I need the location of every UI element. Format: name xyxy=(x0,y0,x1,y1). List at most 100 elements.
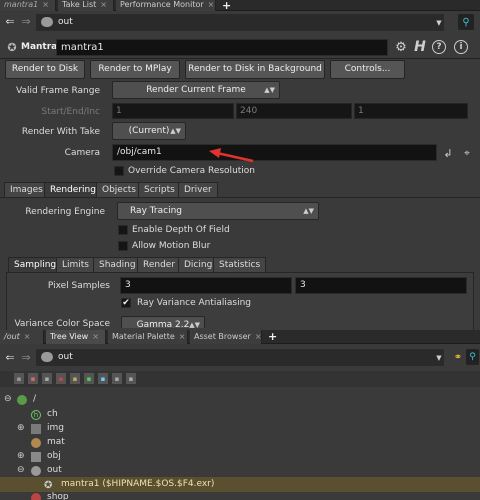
toolbar-icon[interactable]: ▪ xyxy=(42,373,52,384)
back-arrow-icon[interactable]: ⇐ xyxy=(4,14,16,28)
tab-render[interactable]: Render xyxy=(137,257,182,272)
add-tab-icon[interactable]: + xyxy=(222,0,231,12)
forward-arrow-icon[interactable]: ⇒ xyxy=(20,14,32,28)
close-icon[interactable]: × xyxy=(208,0,215,9)
override-res-label: Override Camera Resolution xyxy=(128,166,256,176)
tree-toolbar: ▪ ▪ ▪ ▪ ▪ ▪ ▪ ▪ ▪ xyxy=(0,371,480,387)
tab-scripts[interactable]: Scripts xyxy=(138,182,181,197)
render-in-background-button[interactable]: Render to Disk in Background xyxy=(185,60,325,79)
collapse-icon[interactable]: ⊖ xyxy=(4,392,12,407)
node-name-field[interactable]: mantra1 xyxy=(56,39,388,56)
override-res-checkbox[interactable] xyxy=(114,166,124,176)
end-frame-field: 240 xyxy=(236,103,352,119)
tab-asset-browser[interactable]: Asset Browser × xyxy=(190,330,262,344)
tree-row-obj[interactable]: ⊕ obj xyxy=(0,449,480,464)
render-with-take-dropdown[interactable]: (Current) ▲▼ xyxy=(112,122,186,140)
select-path-icon[interactable]: ⌖ xyxy=(460,145,474,161)
tab-shading[interactable]: Shading xyxy=(93,257,142,272)
collapse-icon[interactable]: ⊖ xyxy=(17,463,25,478)
variance-row-clip: Variance Color Space Gamma 2.2 ▲▼ xyxy=(0,315,480,328)
expand-icon[interactable]: ⊕ xyxy=(17,421,25,436)
tab-sampling[interactable]: Sampling xyxy=(8,257,63,272)
valid-frame-range-dropdown[interactable]: Render Current Frame ▲▼ xyxy=(112,81,280,99)
start-frame-field: 1 xyxy=(112,103,234,119)
tab-limits[interactable]: Limits xyxy=(56,257,95,272)
close-icon[interactable]: × xyxy=(92,332,99,341)
tree-row-mat[interactable]: mat xyxy=(0,435,480,450)
close-icon[interactable]: × xyxy=(179,332,186,341)
camera-field[interactable]: /obj/cam1 xyxy=(112,144,437,161)
toolbar-icon[interactable]: ▪ xyxy=(28,373,38,384)
updown-arrow-icon: ▲▼ xyxy=(170,127,181,135)
tab-rendering[interactable]: Rendering xyxy=(44,182,102,197)
tab-statistics[interactable]: Statistics xyxy=(213,257,267,272)
close-icon[interactable]: × xyxy=(42,0,49,9)
toolbar-icon[interactable]: ▪ xyxy=(14,373,24,384)
tab-take-list[interactable]: Take List × xyxy=(58,0,114,11)
toolbar-icon[interactable]: ▪ xyxy=(84,373,94,384)
tree-row-root[interactable]: ⊖ / xyxy=(0,392,480,407)
tree-row-out[interactable]: ⊖ out xyxy=(0,463,480,478)
top-path-field[interactable]: out xyxy=(36,14,444,31)
channel-icon: h xyxy=(31,410,41,420)
output-icon xyxy=(31,466,41,476)
pixel-samples-label: Pixel Samples xyxy=(47,281,110,291)
expand-icon[interactable]: ⊕ xyxy=(17,449,25,464)
toolbar-icon[interactable]: ▪ xyxy=(56,373,66,384)
network-icon xyxy=(41,16,53,27)
dof-checkbox[interactable] xyxy=(118,225,128,235)
ray-variance-checkbox[interactable]: ✔ xyxy=(121,298,131,308)
pin-icon[interactable]: ⚲ xyxy=(458,14,474,30)
pixel-samples-y-field[interactable]: 3 xyxy=(295,277,467,294)
variance-color-space-label: Variance Color Space xyxy=(14,319,110,328)
controls-button[interactable]: Controls... xyxy=(330,60,405,79)
divider xyxy=(0,58,480,59)
motion-blur-checkbox[interactable] xyxy=(118,241,128,251)
tree-row-mantra1[interactable]: ✪ mantra1 ($HIPNAME.$OS.$F4.exr) xyxy=(0,477,480,492)
tree-row-ch[interactable]: h ch xyxy=(0,407,480,422)
close-icon[interactable]: × xyxy=(255,332,261,341)
motion-blur-label: Allow Motion Blur xyxy=(132,241,211,251)
path-dropdown-icon[interactable]: ▼ xyxy=(434,14,444,31)
globe-icon xyxy=(17,395,27,405)
render-to-disk-button[interactable]: Render to Disk xyxy=(5,60,85,79)
tab-tree-view[interactable]: Tree View × xyxy=(46,330,106,344)
help-h-icon[interactable]: H xyxy=(412,38,428,56)
forward-arrow-icon[interactable]: ⇒ xyxy=(20,350,32,364)
close-icon[interactable]: × xyxy=(24,332,31,341)
gear-icon[interactable]: ⚙ xyxy=(394,39,408,55)
tab-images[interactable]: Images xyxy=(4,182,49,197)
jump-to-icon[interactable]: ↲ xyxy=(442,145,454,161)
add-tab-icon[interactable]: + xyxy=(268,330,277,343)
tab-material-palette[interactable]: Material Palette × xyxy=(108,330,188,344)
tab-out[interactable]: /out × xyxy=(0,330,44,344)
network-icon xyxy=(41,351,53,362)
tab-mantra1[interactable]: mantra1 × xyxy=(0,0,56,11)
tab-objects[interactable]: Objects xyxy=(96,182,143,197)
path-dropdown-icon[interactable]: ▼ xyxy=(434,349,444,366)
bottom-tab-bar: /out × Tree View × Material Palette × Asset… xyxy=(0,330,480,344)
help-icon[interactable]: ? xyxy=(432,40,446,54)
info-icon[interactable]: i xyxy=(454,40,468,54)
tree-row-shop[interactable]: shop xyxy=(0,492,480,500)
toolbar-icon[interactable]: ▪ xyxy=(126,373,136,384)
render-to-mplay-button[interactable]: Render to MPlay xyxy=(90,60,180,79)
mantra-icon: ✪ xyxy=(44,480,53,491)
pin-icon[interactable]: ⚲ xyxy=(466,349,479,365)
bottom-path-field[interactable]: out xyxy=(36,349,444,366)
variance-color-space-dropdown[interactable]: Gamma 2.2 ▲▼ xyxy=(121,316,205,328)
toolbar-icon[interactable]: ▪ xyxy=(70,373,80,384)
render-with-take-label: Render With Take xyxy=(21,127,100,137)
rendering-engine-dropdown[interactable]: Ray Tracing ▲▼ xyxy=(117,202,319,220)
image-icon xyxy=(31,424,41,434)
material-icon xyxy=(31,438,41,448)
back-arrow-icon[interactable]: ⇐ xyxy=(4,350,16,364)
link-icon[interactable]: ⚭ xyxy=(452,349,464,365)
close-icon[interactable]: × xyxy=(100,0,107,9)
tab-performance-monitor[interactable]: Performance Monitor × xyxy=(116,0,216,11)
tree-row-img[interactable]: ⊕ img xyxy=(0,421,480,436)
toolbar-icon[interactable]: ▪ xyxy=(98,373,108,384)
pixel-samples-x-field[interactable]: 3 xyxy=(120,277,292,294)
toolbar-icon[interactable]: ▪ xyxy=(112,373,122,384)
tab-driver[interactable]: Driver xyxy=(178,182,218,197)
